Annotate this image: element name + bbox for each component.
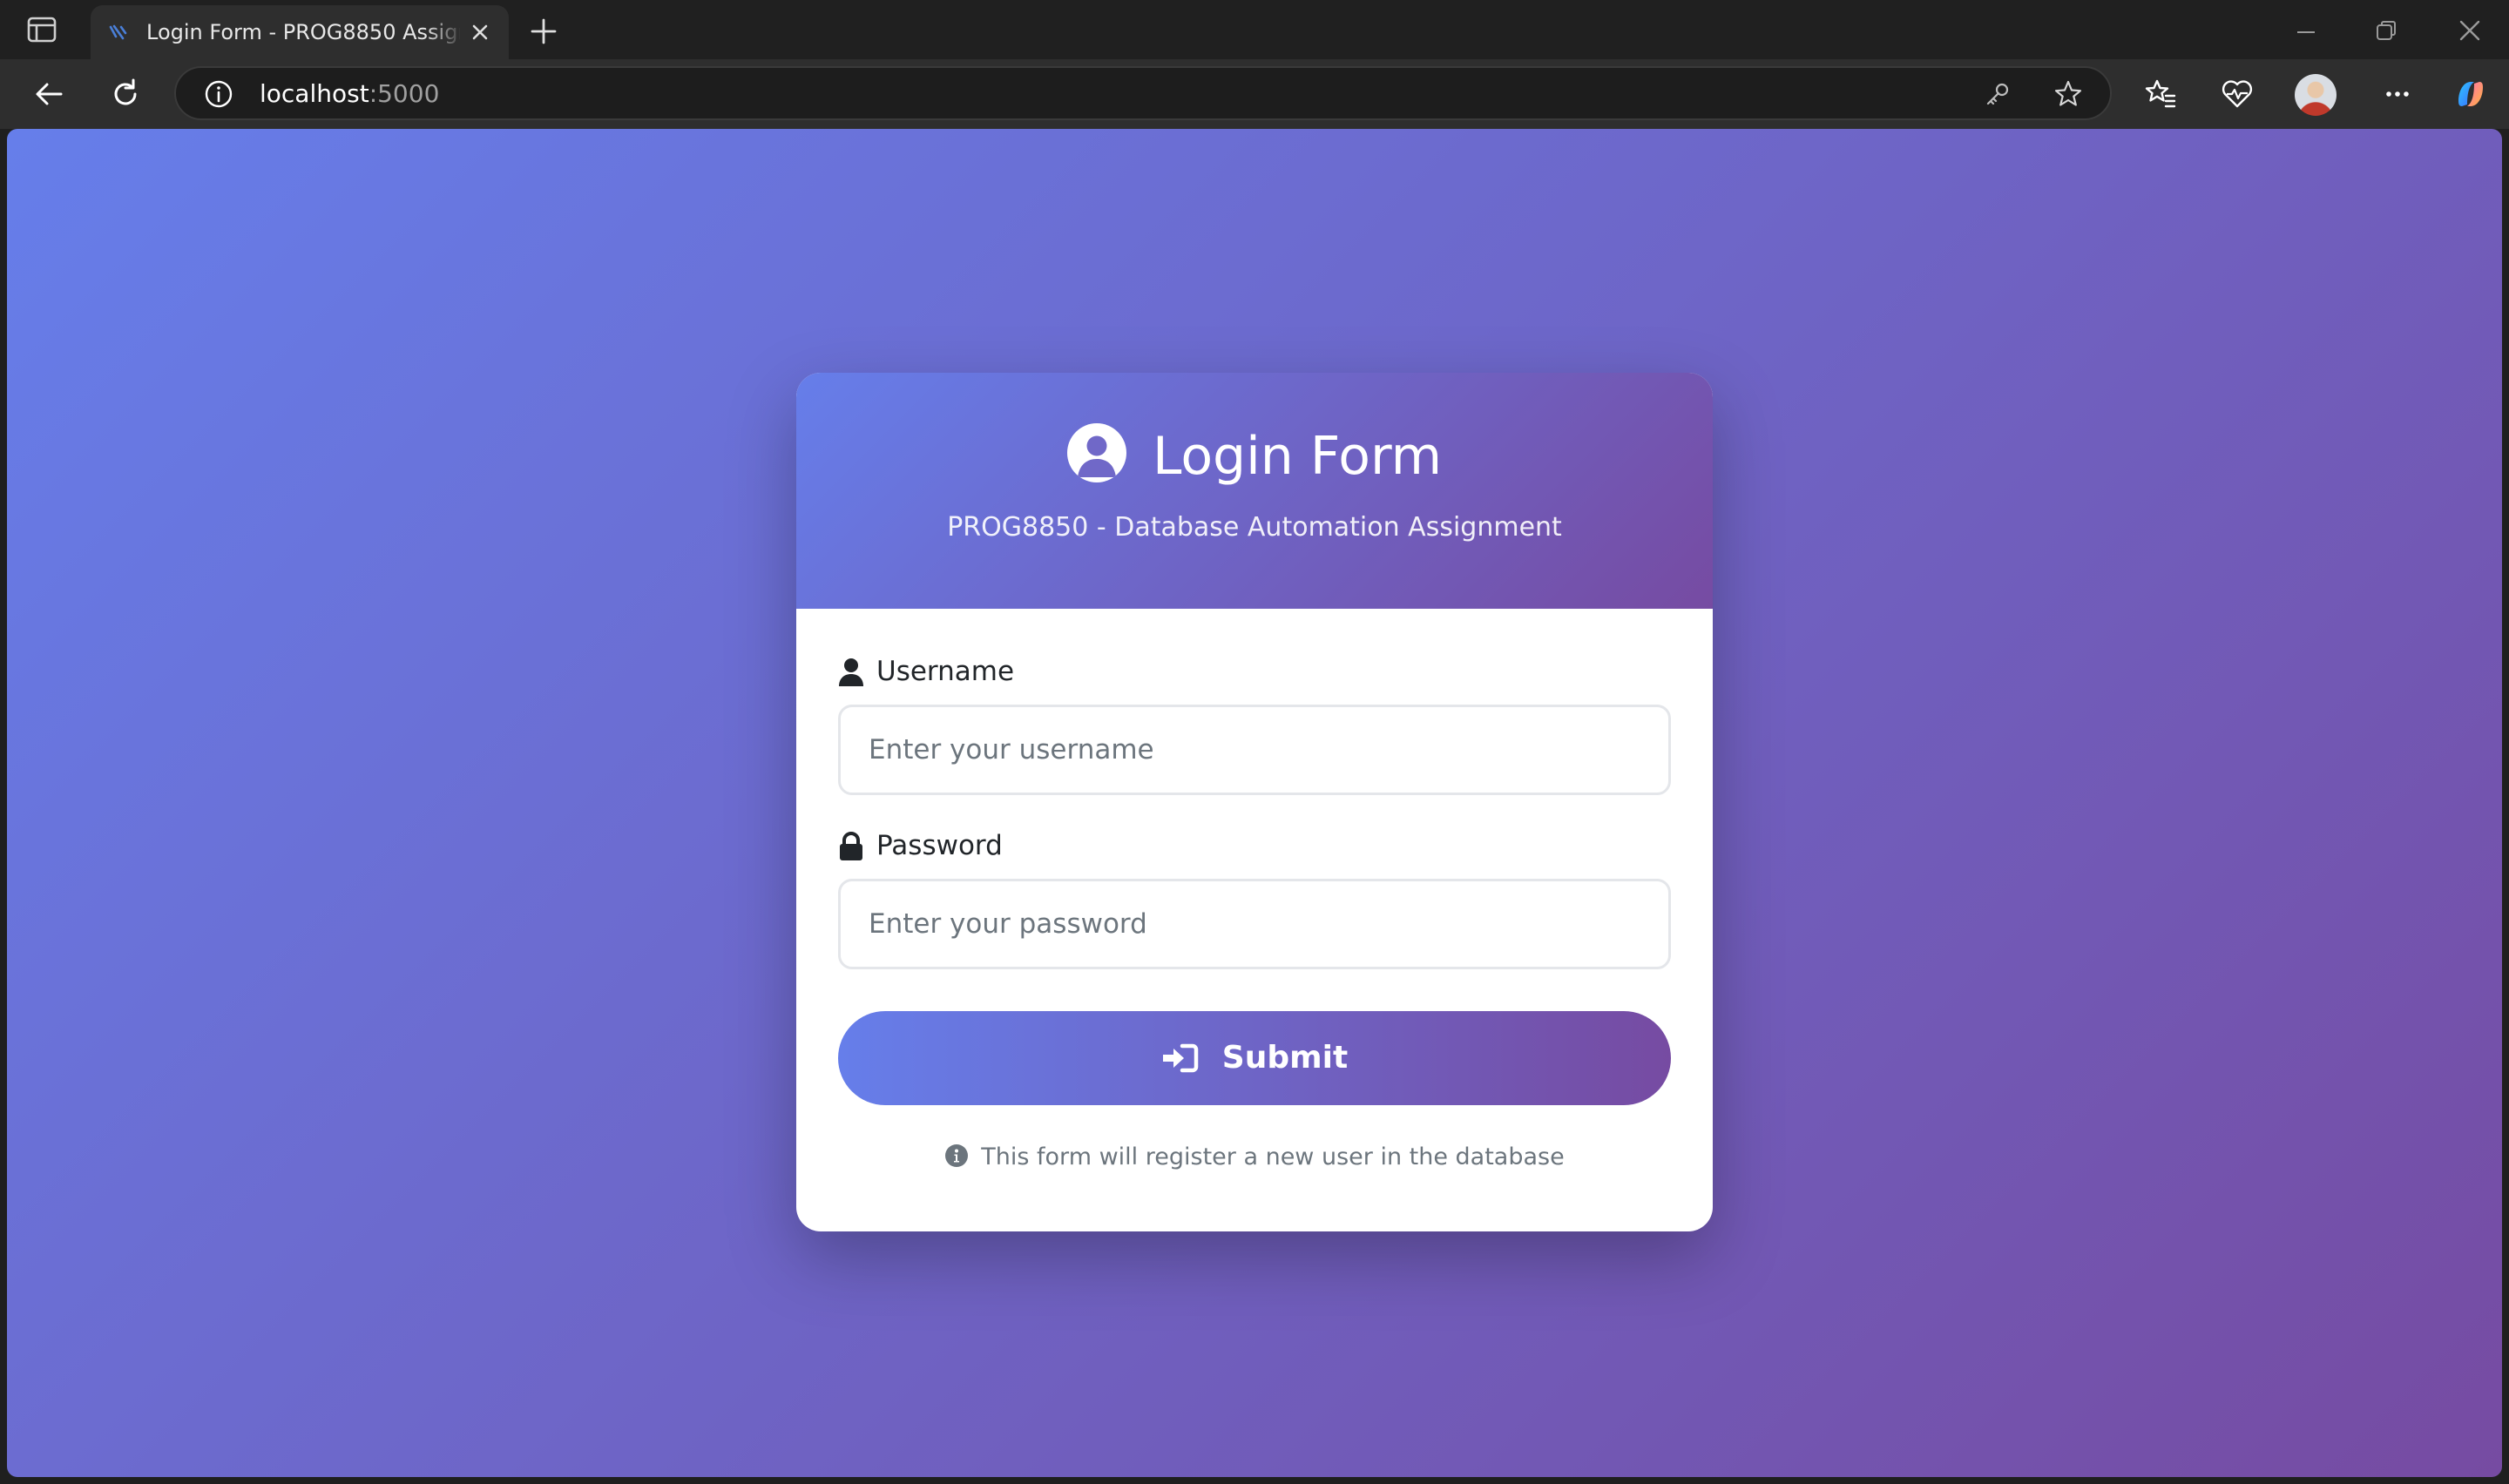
minimize-icon[interactable] bbox=[2293, 19, 2319, 45]
form-title: Login Form bbox=[1152, 426, 1443, 487]
sign-in-icon bbox=[1162, 1043, 1199, 1073]
lock-icon bbox=[840, 832, 862, 860]
new-tab-icon[interactable] bbox=[528, 16, 559, 47]
password-input[interactable] bbox=[838, 879, 1671, 969]
refresh-icon[interactable] bbox=[108, 77, 143, 111]
close-window-icon[interactable] bbox=[2455, 16, 2485, 45]
browser-tab-strip: Login Form - PROG8850 Assignment bbox=[0, 0, 2509, 59]
user-circle-icon bbox=[1066, 423, 1126, 482]
close-tab-icon[interactable] bbox=[467, 19, 493, 45]
url-text[interactable]: localhost:5000 bbox=[260, 79, 439, 109]
submit-button[interactable]: Submit bbox=[838, 1011, 1671, 1105]
browser-toolbar: localhost:5000 bbox=[0, 59, 2509, 129]
card-header: Login Form PROG8850 - Database Automatio… bbox=[796, 373, 1713, 609]
copilot-icon[interactable] bbox=[2452, 75, 2490, 113]
tab-title-fade bbox=[425, 12, 463, 51]
favorites-icon[interactable] bbox=[2143, 77, 2178, 111]
username-input[interactable] bbox=[838, 705, 1671, 795]
back-icon[interactable] bbox=[31, 77, 66, 111]
profile-avatar[interactable] bbox=[2295, 74, 2337, 116]
restore-window-icon[interactable] bbox=[2373, 17, 2399, 44]
site-info-icon[interactable] bbox=[204, 79, 233, 109]
password-label-text: Password bbox=[876, 830, 1003, 861]
favorite-star-icon[interactable] bbox=[2053, 78, 2084, 110]
registration-note: This form will register a new user in th… bbox=[838, 1142, 1671, 1173]
sidebar-toggle-icon[interactable] bbox=[26, 16, 57, 44]
tab-title: Login Form - PROG8850 Assignment bbox=[146, 20, 460, 44]
url-port: :5000 bbox=[369, 79, 440, 108]
page-viewport: Login Form PROG8850 - Database Automatio… bbox=[7, 129, 2502, 1477]
registration-note-text: This form will register a new user in th… bbox=[981, 1143, 1565, 1170]
login-card: Login Form PROG8850 - Database Automatio… bbox=[796, 373, 1713, 1231]
user-icon bbox=[839, 658, 863, 686]
url-host: localhost bbox=[260, 79, 369, 108]
browser-tab-active[interactable]: Login Form - PROG8850 Assignment bbox=[91, 5, 509, 59]
form-heading: Login Form bbox=[796, 423, 1713, 488]
favicon-icon bbox=[109, 24, 127, 40]
key-icon[interactable] bbox=[1983, 80, 2012, 110]
info-circle-icon bbox=[945, 1144, 969, 1167]
submit-content: Submit bbox=[1161, 1039, 1348, 1077]
more-options-icon[interactable] bbox=[2380, 77, 2415, 111]
browser-essentials-icon[interactable] bbox=[2220, 77, 2255, 111]
address-bar[interactable]: localhost:5000 bbox=[174, 66, 2112, 120]
submit-label: Submit bbox=[1221, 1040, 1349, 1076]
username-label-text: Username bbox=[876, 656, 1015, 687]
form-subtitle: PROG8850 - Database Automation Assignmen… bbox=[947, 512, 1562, 543]
